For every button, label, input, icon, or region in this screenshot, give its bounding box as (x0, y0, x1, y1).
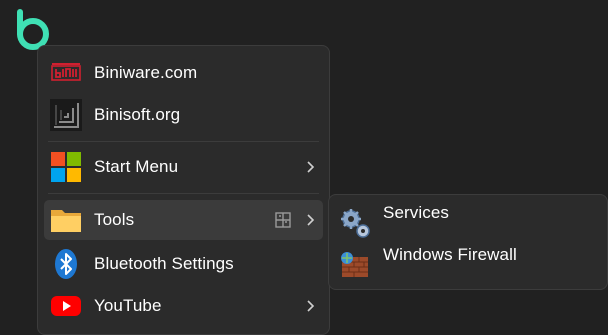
submenu-item-windows-firewall[interactable]: Windows Firewall (335, 245, 601, 285)
submenu-item-label: Services (383, 203, 449, 222)
firewall-brick-icon (341, 252, 368, 277)
youtube-icon (51, 296, 81, 316)
pin-grid-icon[interactable] (273, 210, 293, 230)
menu-item-tools[interactable]: Tools (44, 200, 323, 240)
menu-item-label: Biniware.com (94, 63, 198, 82)
menu-item-label: Bluetooth Settings (94, 254, 234, 273)
menu-item-label: Start Menu (94, 157, 179, 176)
context-menu: Biniware.com Binisoft.org Start Menu Too… (37, 45, 330, 335)
menu-separator (48, 141, 319, 142)
tools-submenu: Services Windows Firewall (328, 194, 608, 290)
menu-separator (48, 193, 319, 194)
chevron-right-icon (307, 300, 315, 312)
menu-item-binisoft[interactable]: Binisoft.org (44, 95, 323, 135)
menu-item-bluetooth-settings[interactable]: Bluetooth Settings (44, 244, 323, 284)
submenu-item-services[interactable]: Services (335, 203, 601, 243)
gears-icon (341, 209, 370, 238)
chevron-right-icon (307, 161, 315, 173)
chevron-right-icon (307, 214, 315, 226)
menu-item-label: YouTube (94, 296, 162, 315)
menu-item-biniware[interactable]: Biniware.com (44, 53, 323, 93)
windows-logo-icon (51, 152, 81, 182)
menu-item-start-menu[interactable]: Start Menu (44, 147, 323, 187)
menu-item-youtube[interactable]: YouTube (44, 286, 323, 326)
menu-item-label: Binisoft.org (94, 105, 181, 124)
folder-icon (51, 210, 81, 232)
binisoft-logo-icon (50, 99, 82, 131)
bluetooth-icon (55, 249, 77, 279)
menu-item-label: Tools (94, 210, 135, 229)
biniware-logo-icon (51, 63, 81, 81)
submenu-item-label: Windows Firewall (383, 245, 517, 264)
